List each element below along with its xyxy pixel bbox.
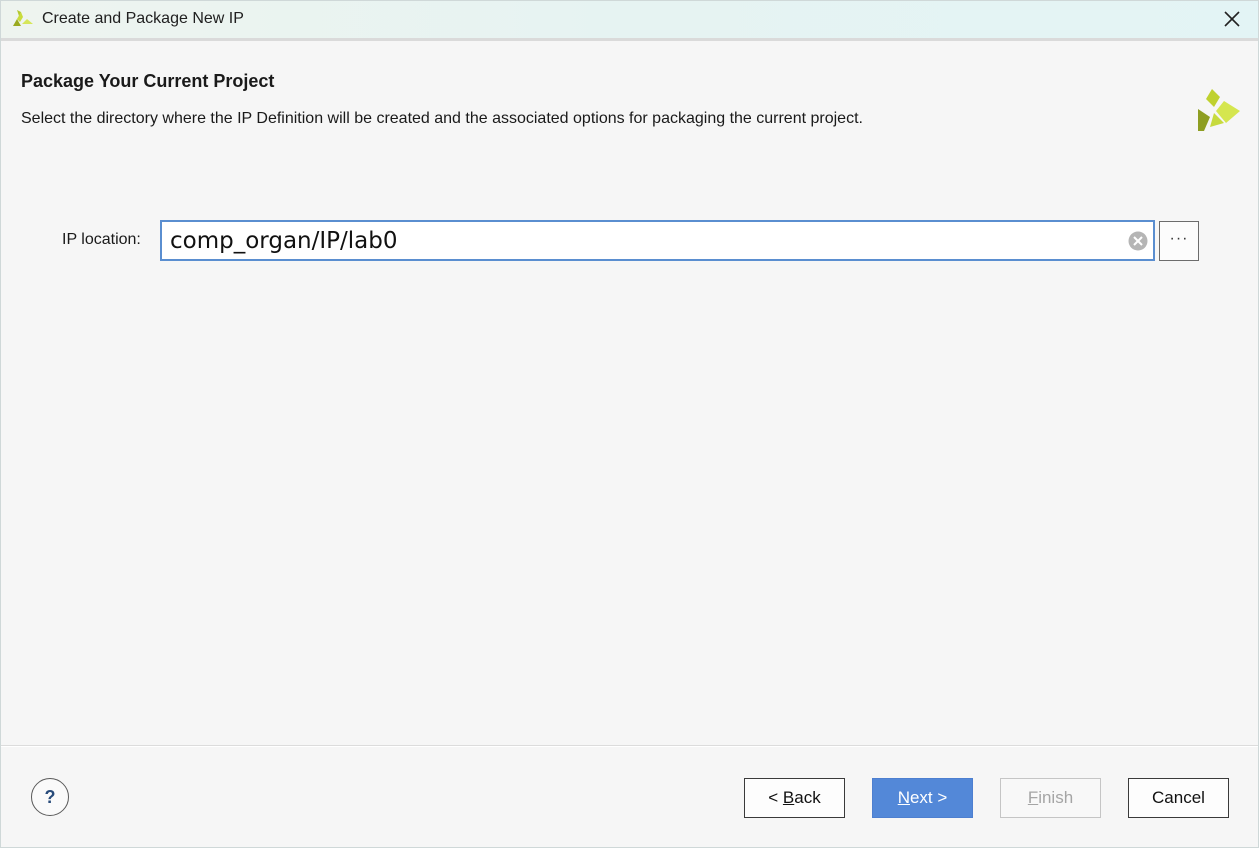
xilinx-logo-icon xyxy=(13,10,33,26)
window-title: Create and Package New IP xyxy=(42,10,244,27)
back-button[interactable]: < Back xyxy=(744,778,845,818)
back-prefix: < xyxy=(768,788,783,807)
back-mnemonic: B xyxy=(782,788,795,807)
ip-location-field[interactable] xyxy=(160,220,1155,261)
finish-mnemonic: F xyxy=(1027,788,1039,807)
back-label: ack xyxy=(794,788,821,807)
browse-button[interactable]: ··· xyxy=(1159,221,1199,261)
next-label: ext > xyxy=(909,788,948,807)
help-button[interactable]: ? xyxy=(31,778,69,816)
next-mnemonic: N xyxy=(897,788,910,807)
dialog-window: Create and Package New IP Package Your C… xyxy=(0,0,1259,848)
page-description: Select the directory where the IP Defini… xyxy=(21,110,863,127)
finish-label: inish xyxy=(1038,788,1074,807)
xilinx-logo-icon xyxy=(1198,89,1240,131)
page-title: Package Your Current Project xyxy=(21,71,275,91)
cancel-button[interactable]: Cancel xyxy=(1128,778,1229,818)
close-icon[interactable] xyxy=(1220,7,1244,31)
ip-location-input[interactable] xyxy=(170,226,1110,256)
ip-location-label: IP location: xyxy=(62,231,141,248)
footer-divider xyxy=(1,745,1258,747)
title-bar: Create and Package New IP xyxy=(1,1,1258,41)
clear-circle-icon[interactable] xyxy=(1128,231,1148,251)
next-button[interactable]: Next > xyxy=(872,778,973,818)
finish-button[interactable]: Finish xyxy=(1000,778,1101,818)
